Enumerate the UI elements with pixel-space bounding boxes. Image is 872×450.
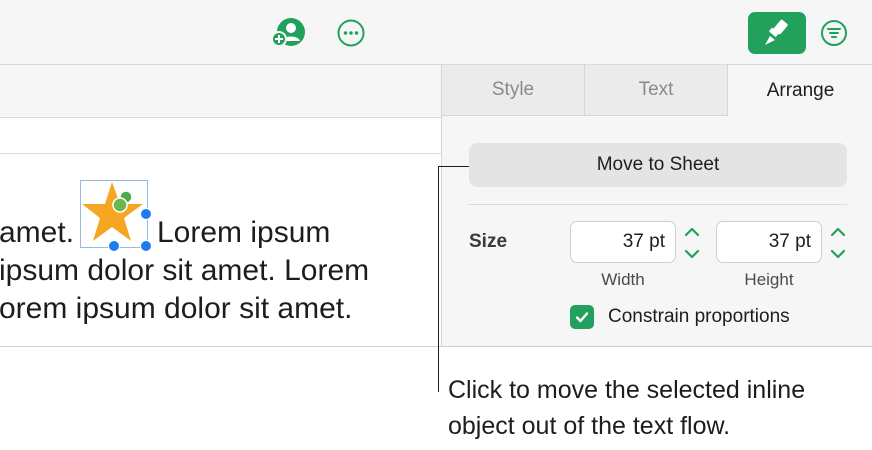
organize-button[interactable] xyxy=(818,16,850,50)
width-field[interactable]: 37 pt xyxy=(570,221,676,263)
callout-line-2: object out of the text flow. xyxy=(448,412,731,440)
tab-text[interactable]: Text xyxy=(585,65,728,116)
toolbar xyxy=(0,0,872,65)
resize-handle-bottom[interactable] xyxy=(108,240,120,252)
width-caption: Width xyxy=(601,270,645,289)
text-line-1-end: Lorem ipsum xyxy=(157,216,331,249)
checkmark-icon xyxy=(575,312,589,323)
text-line-3: orem ipsum dolor sit amet. xyxy=(0,292,353,325)
text-line-1-start: amet. xyxy=(0,216,75,249)
height-stepper[interactable] xyxy=(828,223,848,263)
callout-leader-line xyxy=(438,166,439,392)
callout-leader-tick xyxy=(438,166,469,167)
format-sidebar: Style Text Arrange Move to Sheet Size 37… xyxy=(441,65,872,346)
move-to-sheet-button[interactable]: Move to Sheet xyxy=(469,143,847,187)
tab-style[interactable]: Style xyxy=(442,65,585,116)
constrain-proportions-checkbox[interactable] xyxy=(570,305,594,329)
height-field[interactable]: 37 pt xyxy=(716,221,822,263)
resize-handle-right[interactable] xyxy=(140,208,152,220)
height-caption: Height xyxy=(744,270,794,289)
shape-badge-icon xyxy=(112,190,133,213)
width-stepper[interactable] xyxy=(682,223,702,263)
text-line-2: ipsum dolor sit amet. Lorem xyxy=(0,254,370,287)
document-divider xyxy=(0,153,441,154)
callout-line-1: Click to move the selected inline xyxy=(448,376,806,404)
resize-handle-corner[interactable] xyxy=(140,240,152,252)
paintbrush-icon xyxy=(765,19,788,45)
stepper-arrows-icon xyxy=(684,227,700,259)
format-button[interactable] xyxy=(748,12,806,54)
constrain-proportions-label: Constrain proportions xyxy=(608,306,790,327)
tab-arrange[interactable]: Arrange xyxy=(728,65,872,116)
callout-text: Click to move the selected inline object… xyxy=(448,372,872,444)
stepper-arrows-icon xyxy=(830,227,846,259)
app-window: amet. Lorem ipsum ipsum dolor sit amet. … xyxy=(0,0,872,347)
size-label: Size xyxy=(469,231,508,252)
organize-icon xyxy=(821,20,847,46)
sidebar-divider xyxy=(469,204,847,205)
collaborate-button[interactable] xyxy=(270,16,308,50)
collaborate-icon xyxy=(271,18,305,47)
sidebar-tabs: Style Text Arrange xyxy=(442,65,872,116)
more-button[interactable] xyxy=(333,16,369,50)
inline-star-object[interactable] xyxy=(80,180,152,252)
document-header-area xyxy=(0,65,441,118)
more-icon xyxy=(337,19,365,47)
